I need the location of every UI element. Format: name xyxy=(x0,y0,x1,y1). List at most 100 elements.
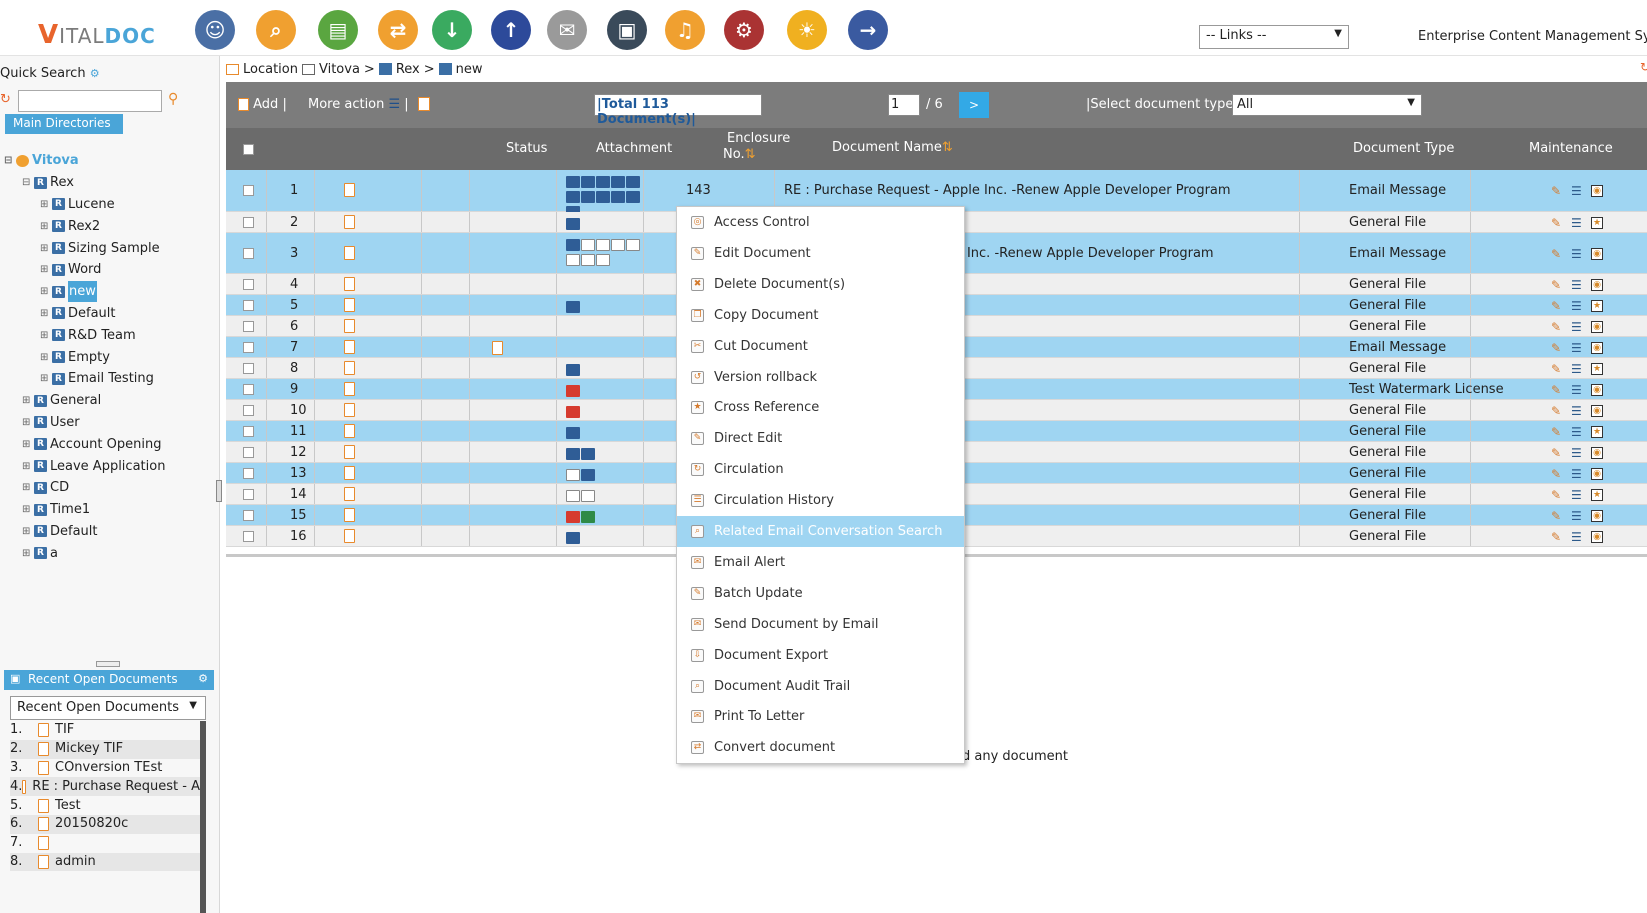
quick-search-input[interactable] xyxy=(18,90,162,112)
tree-node[interactable]: ⊞ R General xyxy=(4,390,214,412)
left-panel-collapse-handle[interactable] xyxy=(216,480,222,502)
add-button[interactable]: Add | xyxy=(238,97,287,112)
tree-node[interactable]: ⊞ R Empty xyxy=(4,346,214,368)
row-checkbox[interactable] xyxy=(243,468,254,479)
row-checkbox[interactable] xyxy=(243,185,254,196)
file-icon[interactable] xyxy=(566,253,580,266)
file-icon[interactable] xyxy=(611,238,625,251)
tree-node[interactable]: ⊞ R Default xyxy=(4,303,214,325)
refresh-icon[interactable]: ↻ xyxy=(0,92,11,107)
bookmark-icon[interactable]: ◉ xyxy=(1591,321,1603,333)
document-icon[interactable] xyxy=(344,529,355,543)
expand-toggle-icon[interactable]: ⊞ xyxy=(40,194,52,215)
properties-icon[interactable]: ☰ xyxy=(1571,185,1583,197)
expand-toggle-icon[interactable]: ⊟ xyxy=(22,172,34,193)
expand-toggle-icon[interactable]: ⊞ xyxy=(40,238,52,259)
expand-toggle-icon[interactable]: ⊞ xyxy=(22,499,34,520)
pdf-icon[interactable] xyxy=(566,384,580,397)
links-select[interactable]: -- Links -- ▼ xyxy=(1199,25,1349,49)
row-checkbox[interactable] xyxy=(243,321,254,332)
row-checkbox[interactable] xyxy=(243,279,254,290)
lightbulb-icon[interactable]: ☀ xyxy=(785,8,829,52)
user-admin-icon[interactable]: ☺ xyxy=(193,8,237,52)
row-checkbox[interactable] xyxy=(243,531,254,542)
bookmark-icon[interactable]: ◉ xyxy=(1591,468,1603,480)
edit-icon[interactable]: ✎ xyxy=(1551,279,1563,291)
context-menu-item[interactable]: ⌕ Related Email Conversation Search xyxy=(677,516,964,547)
file-icon[interactable] xyxy=(566,468,580,481)
row-checkbox[interactable] xyxy=(243,384,254,395)
column-header-attachment[interactable]: Attachment xyxy=(596,141,672,156)
expand-toggle-icon[interactable]: ⊞ xyxy=(40,303,52,324)
properties-icon[interactable]: ☰ xyxy=(1571,363,1583,375)
context-menu-item[interactable]: ★ Cross Reference xyxy=(677,392,964,423)
bell-icon[interactable]: ♫ xyxy=(663,8,707,52)
breadcrumb-item-vitova[interactable]: Vitova xyxy=(319,62,360,77)
file-icon[interactable] xyxy=(596,238,610,251)
context-menu-item[interactable]: ❐ Copy Document xyxy=(677,300,964,331)
recent-list-scrollbar[interactable] xyxy=(200,721,206,913)
properties-icon[interactable]: ☰ xyxy=(1571,300,1583,312)
context-menu-item[interactable]: ✉ Send Document by Email xyxy=(677,609,964,640)
vitaldoc-logo[interactable]: VITALDOC xyxy=(38,20,156,50)
expand-toggle-icon[interactable]: ⊞ xyxy=(22,477,34,498)
properties-icon[interactable]: ☰ xyxy=(1571,405,1583,417)
word-icon[interactable] xyxy=(611,175,625,188)
word-icon[interactable] xyxy=(611,190,625,203)
properties-icon[interactable]: ☰ xyxy=(1571,321,1583,333)
context-menu-item[interactable]: ↻ Circulation xyxy=(677,454,964,485)
column-header-enclosure-no[interactable]: No.⇅ xyxy=(723,147,756,162)
expand-toggle-icon[interactable]: ⊞ xyxy=(22,434,34,455)
edit-icon[interactable]: ✎ xyxy=(1551,217,1563,229)
edit-icon[interactable]: ✎ xyxy=(1551,468,1563,480)
word-icon[interactable] xyxy=(626,175,640,188)
breadcrumb-item-rex[interactable]: Rex xyxy=(396,62,420,77)
search-icon[interactable]: ⌕ xyxy=(254,8,298,52)
context-menu-item[interactable]: ✎ Direct Edit xyxy=(677,423,964,454)
word-icon[interactable] xyxy=(581,175,595,188)
recent-document-item[interactable]: 1. TIF xyxy=(10,721,200,740)
properties-icon[interactable]: ☰ xyxy=(1571,426,1583,438)
row-checkbox[interactable] xyxy=(243,489,254,500)
expand-toggle-icon[interactable]: ⊞ xyxy=(40,281,52,302)
settings-icon[interactable]: ⚙ xyxy=(198,672,208,685)
expand-toggle-icon[interactable]: ⊞ xyxy=(22,456,34,477)
word-icon[interactable] xyxy=(581,468,595,481)
properties-icon[interactable]: ☰ xyxy=(1571,531,1583,543)
row-checkbox[interactable] xyxy=(243,342,254,353)
tree-node[interactable]: ⊞ R Sizing Sample xyxy=(4,237,214,259)
edit-icon[interactable]: ✎ xyxy=(1551,426,1563,438)
refresh-icon[interactable]: ↻ xyxy=(1640,60,1647,74)
word-icon[interactable] xyxy=(596,175,610,188)
properties-icon[interactable]: ☰ xyxy=(1571,468,1583,480)
context-menu-item[interactable]: ✉ Email Alert xyxy=(677,547,964,578)
document-icon[interactable] xyxy=(344,319,355,333)
document-icon[interactable] xyxy=(344,298,355,312)
tree-node[interactable]: ⊞ R Leave Application xyxy=(4,455,214,477)
recent-document-item[interactable]: 8. admin xyxy=(10,852,200,872)
document-icon[interactable] xyxy=(344,445,355,459)
bookmark-icon[interactable]: ◉ xyxy=(1591,342,1603,354)
row-checkbox[interactable] xyxy=(243,510,254,521)
row-checkbox[interactable] xyxy=(243,248,254,259)
bookmark-icon[interactable]: ◉ xyxy=(1591,279,1603,291)
edit-icon[interactable]: ✎ xyxy=(1551,531,1563,543)
expand-toggle-icon[interactable]: ⊟ xyxy=(4,150,16,171)
document-icon[interactable] xyxy=(344,424,355,438)
edit-icon[interactable]: ✎ xyxy=(1551,300,1563,312)
row-checkbox[interactable] xyxy=(243,426,254,437)
recent-documents-select[interactable]: Recent Open Documents ▼ xyxy=(10,696,206,720)
expand-toggle-icon[interactable]: ⊞ xyxy=(22,412,34,433)
file-icon[interactable] xyxy=(626,238,640,251)
select-all-checkbox[interactable] xyxy=(243,144,254,155)
document-icon[interactable] xyxy=(344,340,355,354)
document-icon[interactable] xyxy=(344,183,355,197)
breadcrumb-item-new[interactable]: new xyxy=(456,62,483,77)
expand-toggle-icon[interactable]: ⊞ xyxy=(22,521,34,542)
document-icon[interactable] xyxy=(344,215,355,229)
document-type-select[interactable]: All ▼ xyxy=(1232,94,1422,116)
logout-icon[interactable]: → xyxy=(846,8,890,52)
file-icon[interactable] xyxy=(581,489,595,502)
context-menu-item[interactable]: ⌕ Document Audit Trail xyxy=(677,671,964,702)
edit-icon[interactable]: ✎ xyxy=(1551,510,1563,522)
